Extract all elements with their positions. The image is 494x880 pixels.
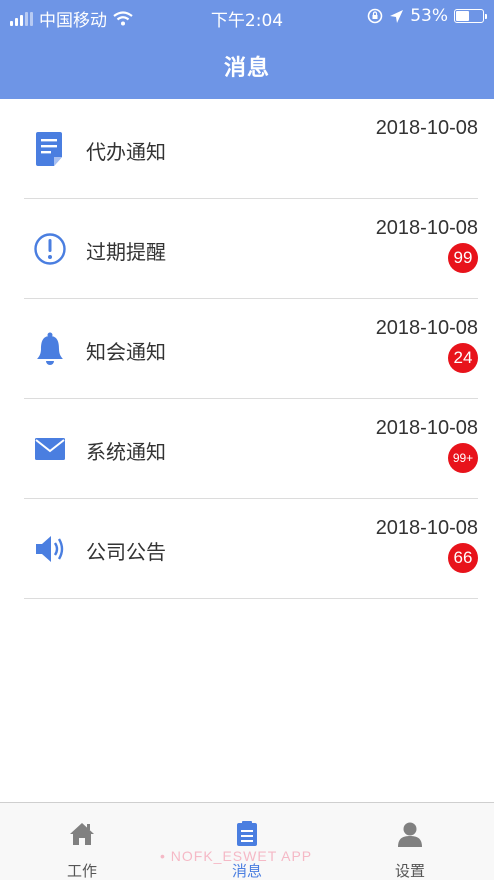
home-icon [70, 823, 94, 845]
message-label: 过期提醒 [86, 240, 166, 264]
unread-badge: 99 [448, 243, 478, 273]
envelope-icon [35, 438, 65, 460]
header: 中国移动 下午2:04 53% 消息 [0, 0, 494, 99]
battery-fill [456, 11, 469, 21]
tab-label: 设置 [394, 862, 425, 880]
unread-badge: 24 [448, 343, 478, 373]
status-bar: 中国移动 下午2:04 53% [0, 0, 494, 34]
message-list: 代办通知 2018-10-08 过期提醒 2018-10-08 99 知会通知 … [0, 99, 494, 599]
unread-badge: 66 [448, 543, 478, 573]
user-icon [398, 822, 422, 847]
page-title: 消息 [223, 56, 270, 81]
message-row-expiry[interactable]: 过期提醒 2018-10-08 99 [24, 199, 478, 299]
tab-messages[interactable]: 消息 [187, 803, 307, 880]
exclamation-circle-icon [34, 233, 66, 265]
message-date: 2018-10-08 [375, 117, 478, 139]
watermark: • NOFK_ESWET APP [160, 848, 313, 864]
message-date: 2018-10-08 [375, 217, 478, 239]
tab-label: 工作 [66, 862, 97, 880]
rotation-lock-icon [367, 8, 383, 24]
speaker-icon [36, 536, 64, 562]
clipboard-icon [237, 821, 257, 846]
message-row-todo[interactable]: 代办通知 2018-10-08 [24, 99, 478, 199]
location-icon [390, 9, 404, 23]
message-row-announcement[interactable]: 公司公告 2018-10-08 66 [24, 499, 478, 599]
battery-percent: 53% [410, 6, 448, 26]
message-label: 公司公告 [86, 540, 166, 564]
tab-settings[interactable]: 设置 [350, 803, 470, 880]
document-icon [36, 132, 62, 166]
battery-icon [454, 9, 487, 23]
message-row-notice[interactable]: 知会通知 2018-10-08 24 [24, 299, 478, 399]
unread-badge: 99+ [448, 443, 478, 473]
tab-bar: 工作 消息 设置 [0, 802, 494, 880]
status-right: 53% [367, 6, 487, 26]
message-date: 2018-10-08 [375, 517, 478, 539]
message-label: 代办通知 [86, 140, 166, 164]
message-row-system[interactable]: 系统通知 2018-10-08 99+ [24, 399, 478, 499]
message-label: 知会通知 [86, 340, 166, 364]
bell-icon [37, 332, 63, 365]
message-date: 2018-10-08 [375, 417, 478, 439]
message-date: 2018-10-08 [375, 317, 478, 339]
message-label: 系统通知 [86, 440, 166, 464]
tab-work[interactable]: 工作 [22, 803, 142, 880]
